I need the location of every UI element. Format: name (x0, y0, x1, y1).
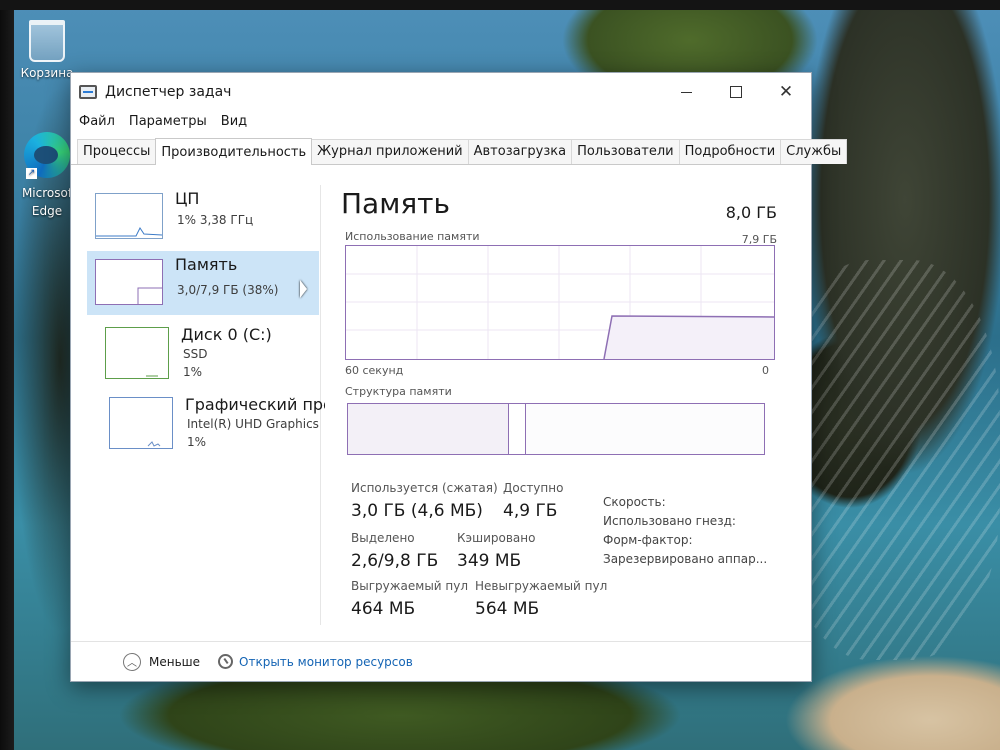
usage-graph-label: Использование памяти (345, 230, 480, 243)
stat-label: Невыгружаемый пул (475, 579, 608, 593)
minimize-button[interactable] (661, 73, 711, 111)
memory-standby-segment (526, 404, 764, 454)
memory-thumbnail-graph (95, 259, 163, 305)
memory-structure-bar (347, 403, 765, 455)
recycle-bin-icon (29, 20, 65, 62)
menu-view[interactable]: Вид (221, 114, 247, 129)
memory-panel: Память 8,0 ГБ Использование памяти 7,9 Г… (325, 185, 811, 625)
maximize-button[interactable] (711, 73, 761, 111)
close-button[interactable]: ✕ (761, 73, 811, 111)
resource-name: Графический процессор (185, 395, 325, 414)
stat-value: 464 МБ (351, 599, 416, 619)
disk-thumbnail-graph (105, 327, 169, 379)
stat-label: Выгружаемый пул (351, 579, 469, 593)
graph-axis-right: 0 (762, 364, 769, 377)
stat-label: Доступно (503, 481, 564, 495)
memory-modified-segment (509, 404, 526, 454)
resource-item-memory[interactable]: Память 3,0/7,9 ГБ (38%) (87, 251, 319, 315)
stat-label: Кэшировано (457, 531, 536, 545)
menu-file[interactable]: Файл (79, 114, 115, 129)
stat-value: 4,9 ГБ (503, 501, 558, 521)
stat-value: 349 МБ (457, 551, 522, 571)
stat-in-use: Используется (сжатая) 3,0 ГБ (4,6 МБ) (351, 481, 498, 521)
stat-value: 2,6/9,8 ГБ (351, 551, 439, 571)
resource-detail: 1% 3,38 ГГц (177, 213, 254, 227)
title-bar[interactable]: Диспетчер задач ✕ (71, 73, 811, 111)
tab-services[interactable]: Службы (780, 139, 848, 164)
resource-item-cpu[interactable]: ЦП 1% 3,38 ГГц (87, 185, 319, 249)
property-form-factor: Форм-фактор: (603, 533, 693, 547)
monitor-bezel-top (0, 0, 1000, 10)
gpu-thumbnail-graph (109, 397, 173, 449)
tab-app-history[interactable]: Журнал приложений (311, 139, 469, 164)
stat-nonpaged-pool: Невыгружаемый пул 564 МБ (475, 579, 607, 619)
tab-startup[interactable]: Автозагрузка (467, 139, 573, 164)
desktop-icon-recycle-bin[interactable]: Корзина (12, 20, 82, 80)
chevron-up-icon[interactable]: ︿ (123, 652, 141, 671)
monitor-bezel (0, 0, 14, 750)
footer: ︿ Меньше Открыть монитор ресурсов (71, 641, 811, 681)
tab-bar: Процессы Производительность Журнал прило… (71, 135, 848, 165)
resource-detail: SSD (183, 347, 208, 361)
property-slots-used: Использовано гнезд: (603, 514, 736, 528)
stat-committed: Выделено 2,6/9,8 ГБ (351, 531, 438, 571)
property-hardware-reserved: Зарезервировано аппар... (603, 552, 768, 566)
resource-detail-usage: 1% (183, 365, 203, 379)
stat-paged-pool: Выгружаемый пул 464 МБ (351, 579, 468, 619)
stat-label: Используется (сжатая) (351, 481, 498, 495)
resource-name: Память (175, 255, 238, 274)
wallpaper-waves (780, 260, 1000, 660)
resource-name: Диск 0 (C:) (181, 325, 272, 344)
page-title: Память (341, 187, 450, 220)
resource-name: ЦП (175, 189, 200, 208)
resource-list: ЦП 1% 3,38 ГГц Память 3,0/7,9 ГБ (38%) Д… (71, 185, 325, 625)
task-manager-window: Диспетчер задач ✕ Файл Параметры Вид Про… (70, 72, 848, 682)
stat-cached: Кэшировано 349 МБ (457, 531, 535, 571)
stat-value: 564 МБ (475, 599, 540, 619)
memory-in-use-segment (348, 404, 509, 454)
property-speed: Скорость: (603, 495, 666, 509)
window-title: Диспетчер задач (105, 84, 232, 100)
stat-value: 3,0 ГБ (4,6 МБ) (351, 501, 483, 521)
task-manager-icon (79, 85, 97, 99)
menu-bar: Файл Параметры Вид (71, 111, 811, 131)
memory-structure-label: Структура памяти (345, 385, 452, 398)
graph-axis-left: 60 секунд (345, 364, 404, 377)
menu-options[interactable]: Параметры (129, 114, 207, 129)
cpu-thumbnail-graph (95, 193, 163, 239)
memory-total: 8,0 ГБ (725, 203, 777, 222)
mouse-cursor-icon (300, 280, 307, 298)
stat-label: Выделено (351, 531, 415, 545)
shortcut-arrow-icon: ↗ (26, 168, 37, 179)
stat-available: Доступно 4,9 ГБ (503, 481, 563, 521)
resource-detail: 3,0/7,9 ГБ (38%) (177, 283, 279, 297)
resource-item-disk[interactable]: Диск 0 (C:) SSD 1% (87, 321, 319, 385)
tab-processes[interactable]: Процессы (77, 139, 157, 164)
tab-details[interactable]: Подробности (678, 139, 782, 164)
tab-performance[interactable]: Производительность (155, 138, 313, 165)
resource-detail-usage: 1% (187, 435, 207, 449)
memory-properties: Скорость: Использовано гнезд: Форм-факто… (603, 493, 767, 569)
tab-users[interactable]: Пользователи (571, 139, 680, 164)
fewer-details-button[interactable]: Меньше (149, 655, 200, 669)
resource-detail: Intel(R) UHD Graphics 620 (187, 417, 321, 431)
open-resource-monitor-link[interactable]: Открыть монитор ресурсов (239, 655, 413, 669)
resource-monitor-icon (218, 654, 234, 669)
resource-item-gpu[interactable]: Графический процессор Intel(R) UHD Graph… (87, 391, 325, 455)
memory-usage-graph (345, 245, 775, 360)
